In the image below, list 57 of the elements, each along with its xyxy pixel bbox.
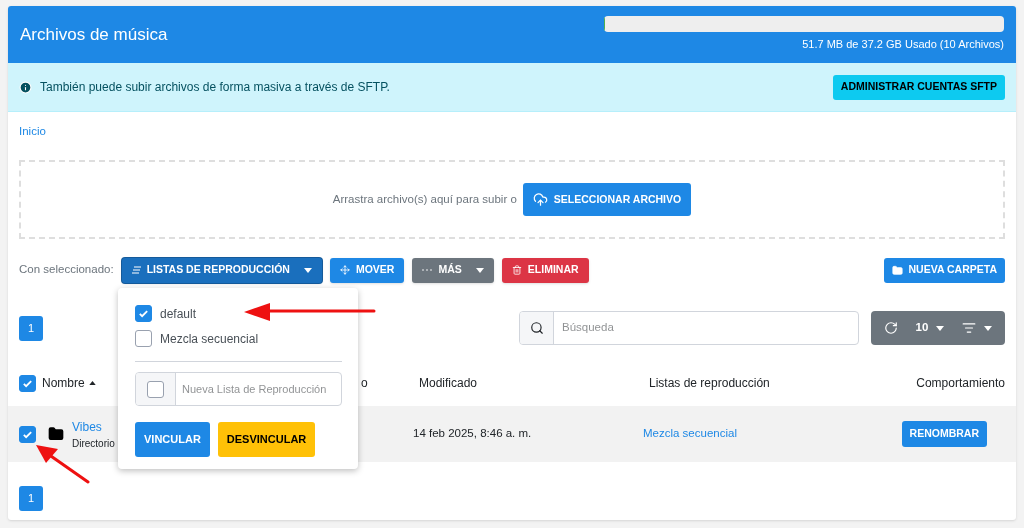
toolbar-button[interactable]: LISTAS DE REPRODUCCIÓN [121,257,322,283]
new-folder-button[interactable]: NUEVA CARPETA [883,257,1005,283]
list-icon [131,266,141,274]
search-field[interactable]: Búsqueda [554,312,858,344]
new-playlist-field[interactable]: Nueva Lista de Reproducción [176,373,341,405]
unlink-button[interactable]: DESVINCULAR [217,422,316,457]
refresh-icon[interactable] [883,321,898,335]
toolbar-button[interactable]: ELIMINAR [501,257,589,283]
toolbar-button[interactable]: MOVER [329,257,405,283]
column-header: Listas de reproducción [649,375,770,392]
playlist-label: Mezcla secuencial [160,330,259,348]
filter-icon [962,321,977,335]
breadcrumb-link[interactable]: Inicio [19,123,46,141]
folder-icon [891,264,903,276]
column-header: o [361,375,368,392]
column-header: Comportamiento [916,375,1005,392]
filter-button[interactable] [962,321,993,335]
caret-icon [936,325,945,331]
info-icon [19,80,32,94]
modified-date: 14 feb 2025, 8:46 a. m. [413,427,532,440]
rename-button[interactable]: RENOMBRAR [901,421,987,447]
check-icon [138,308,149,319]
playlist-checkbox[interactable] [135,305,152,322]
page-button[interactable]: 1 [19,486,43,511]
playlist-label: default [160,305,197,323]
page-button[interactable]: 1 [19,315,43,341]
playlist-link[interactable]: Mezcla secuencial [643,427,737,440]
cloud-upload-icon [532,192,548,207]
file-name-link[interactable]: Vibes [72,417,115,436]
playlist-checkbox[interactable] [135,330,152,347]
new-playlist-checkbox[interactable] [147,380,164,398]
dropzone-text: Arrastra archivo(s) aquí para subir o [332,191,517,207]
file-type: Directorio [72,436,115,451]
select-all-checkbox[interactable] [19,374,36,392]
caret-icon [984,325,993,331]
sftp-button[interactable]: ADMINISTRAR CUENTAS SFTP [832,74,1005,100]
row-checkbox[interactable] [19,425,36,443]
column-header: Modificado [419,375,478,392]
link-button[interactable]: VINCULAR [135,422,210,457]
trash-icon [511,265,522,275]
column-header[interactable]: Nombre [42,374,96,392]
caret-icon [303,267,312,273]
caret-icon [475,267,484,273]
move-icon [339,265,350,275]
toolbar-button[interactable]: MÁS [412,257,494,283]
page-title: Archivos de música [20,23,168,46]
dropzone[interactable]: Arrastra archivo(s) aquí para subir o SELECCIONAR ARCHIVO [19,160,1005,239]
search-icon [529,321,544,335]
search-box[interactable]: Búsqueda [519,311,859,345]
page-size-button[interactable]: 10 [915,319,945,337]
folder-icon [48,426,64,442]
info-text: También puede subir archivos de forma masiva a través de SFTP. [40,79,390,96]
select-file-button[interactable]: SELECCIONAR ARCHIVO [522,183,692,216]
sort-icon [88,381,96,385]
storage-reading: 51.7 MB de 37.2 GB Usado (10 Archivos) [802,37,1004,53]
new-playlist-group[interactable]: Nueva Lista de Reproducción [135,372,342,406]
toolbar-label: Con seleccionado: [19,262,114,278]
